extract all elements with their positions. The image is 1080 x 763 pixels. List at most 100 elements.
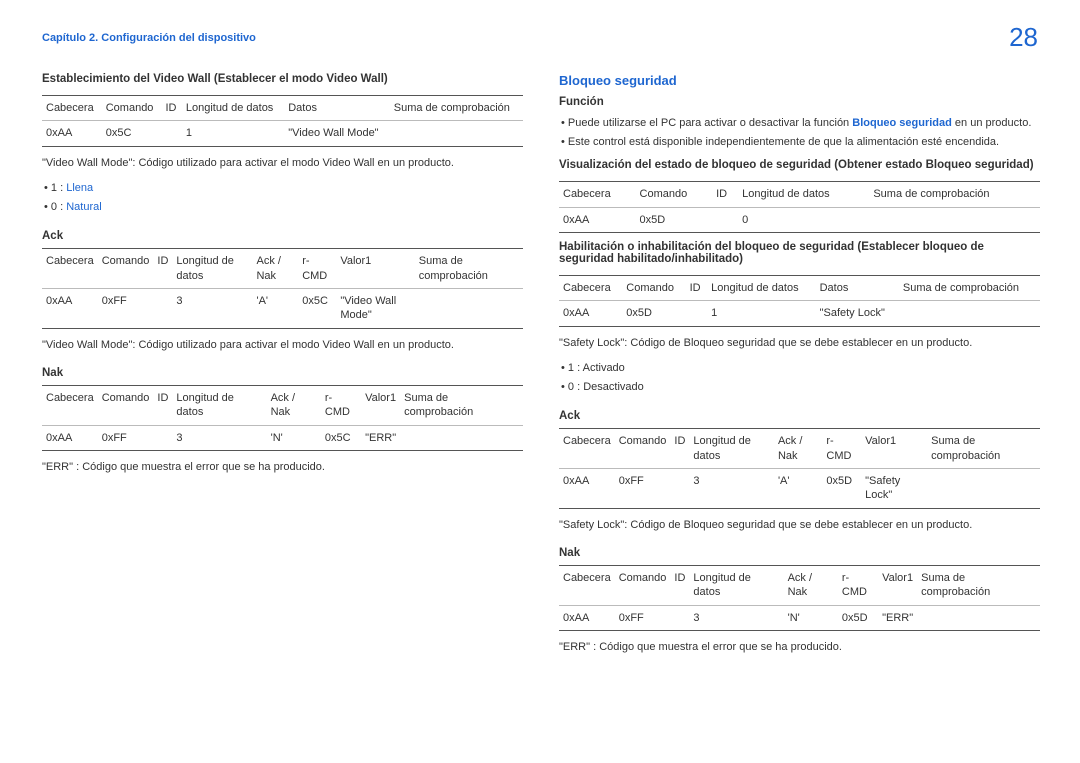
th: Longitud de datos: [689, 566, 783, 606]
td: 3: [689, 469, 774, 509]
note-safety: "Safety Lock": Código de Bloqueo segurid…: [559, 335, 1040, 352]
td: [869, 207, 1040, 232]
td: 0xFF: [98, 425, 154, 450]
td: 0x5D: [838, 605, 878, 630]
table-vis: Cabecera Comando ID Longitud de datos Su…: [559, 181, 1040, 233]
td: 0xAA: [559, 605, 615, 630]
td: 0x5D: [622, 301, 685, 326]
td: 0xAA: [42, 121, 102, 146]
th: Suma de comprobación: [869, 182, 1040, 207]
th: r-CMD: [822, 429, 861, 469]
th: Suma de comprobación: [899, 275, 1040, 300]
right-title-blue: Bloqueo seguridad: [559, 73, 1040, 88]
td: [927, 469, 1040, 509]
list-item: 1 : Activado: [561, 359, 1040, 378]
td: 0xFF: [98, 289, 154, 329]
th: Comando: [615, 429, 671, 469]
th: Suma de comprobación: [917, 566, 1040, 606]
td: 3: [689, 605, 783, 630]
th: Ack / Nak: [784, 566, 838, 606]
table-row: 0xAA 0x5D 1 "Safety Lock": [559, 301, 1040, 326]
th: r-CMD: [298, 249, 336, 289]
left-title-videowall-set: Establecimiento del Video Wall (Establec…: [42, 73, 523, 85]
td: 1: [707, 301, 815, 326]
td: 0x5D: [822, 469, 861, 509]
page-number: 28: [1009, 22, 1038, 53]
list-item: Puede utilizarse el PC para activar o de…: [561, 114, 1040, 133]
td: [161, 121, 181, 146]
th: ID: [670, 566, 689, 606]
th: Suma de comprobación: [390, 96, 523, 121]
th: Comando: [98, 386, 154, 426]
td: [917, 605, 1040, 630]
td: [153, 425, 172, 450]
td: 0xAA: [559, 207, 636, 232]
table-row: 0xAA 0xFF 3 'A' 0x5D "Safety Lock": [559, 469, 1040, 509]
th: Longitud de datos: [172, 386, 266, 426]
th: Valor1: [861, 429, 927, 469]
th: Cabecera: [42, 386, 98, 426]
td: 1: [182, 121, 284, 146]
td: [712, 207, 738, 232]
th: Valor1: [361, 386, 400, 426]
td: 'A': [774, 469, 822, 509]
th: Comando: [98, 249, 154, 289]
td: 0xAA: [559, 469, 615, 509]
table-row: 0xAA 0xFF 3 'N' 0x5C "ERR": [42, 425, 523, 450]
th: Datos: [284, 96, 390, 121]
td: 3: [172, 425, 266, 450]
th: Suma de comprobación: [415, 249, 523, 289]
page-content: Establecimiento del Video Wall (Establec…: [0, 63, 1080, 664]
td: 'A': [252, 289, 298, 329]
table-row: 0xAA 0xFF 3 'N' 0x5D "ERR": [559, 605, 1040, 630]
th: Ack / Nak: [252, 249, 298, 289]
td: [400, 425, 523, 450]
th: Cabecera: [559, 275, 622, 300]
right-vis-title: Visualización del estado de bloqueo de s…: [559, 159, 1040, 171]
td: [686, 301, 708, 326]
td: "Safety Lock": [816, 301, 899, 326]
td: "ERR": [878, 605, 917, 630]
left-ack-title: Ack: [42, 230, 523, 242]
td: 'N': [784, 605, 838, 630]
td: [415, 289, 523, 329]
table-left-ack: Cabecera Comando ID Longitud de datos Ac…: [42, 248, 523, 328]
td: "ERR": [361, 425, 400, 450]
chapter-title: Capítulo 2. Configuración del dispositiv…: [42, 32, 256, 44]
th: Valor1: [336, 249, 414, 289]
td: "Safety Lock": [861, 469, 927, 509]
th: Longitud de datos: [182, 96, 284, 121]
th: Cabecera: [559, 566, 615, 606]
table-videowall-set: Cabecera Comando ID Longitud de datos Da…: [42, 95, 523, 147]
th: Cabecera: [42, 96, 102, 121]
th: Longitud de datos: [707, 275, 815, 300]
th: Ack / Nak: [774, 429, 822, 469]
right-column: Bloqueo seguridad Función Puede utilizar…: [559, 73, 1040, 664]
th: ID: [161, 96, 181, 121]
right-nak-title: Nak: [559, 547, 1040, 559]
bullets-safety: 1 : Activado 0 : Desactivado: [559, 359, 1040, 396]
right-ack-title: Ack: [559, 410, 1040, 422]
th: Suma de comprobación: [927, 429, 1040, 469]
note-right-nak: "ERR" : Código que muestra el error que …: [559, 639, 1040, 656]
th: ID: [686, 275, 708, 300]
th: Suma de comprobación: [400, 386, 523, 426]
td: 0x5D: [636, 207, 713, 232]
th: Cabecera: [42, 249, 98, 289]
td: "Video Wall Mode": [284, 121, 390, 146]
th: Cabecera: [559, 429, 615, 469]
table-row: 0xAA 0x5C 1 "Video Wall Mode": [42, 121, 523, 146]
list-item: Este control está disponible independien…: [561, 133, 1040, 152]
note-left-nak: "ERR" : Código que muestra el error que …: [42, 459, 523, 476]
th: Cabecera: [559, 182, 636, 207]
table-right-nak: Cabecera Comando ID Longitud de datos Ac…: [559, 565, 1040, 631]
right-func-title: Función: [559, 96, 1040, 108]
table-row: 0xAA 0x5D 0: [559, 207, 1040, 232]
td: "Video Wall Mode": [336, 289, 414, 329]
list-item: 0 : Natural: [44, 198, 523, 217]
th: Comando: [622, 275, 685, 300]
th: ID: [670, 429, 689, 469]
table-right-ack: Cabecera Comando ID Longitud de datos Ac…: [559, 428, 1040, 508]
th: Longitud de datos: [738, 182, 869, 207]
th: r-CMD: [321, 386, 361, 426]
